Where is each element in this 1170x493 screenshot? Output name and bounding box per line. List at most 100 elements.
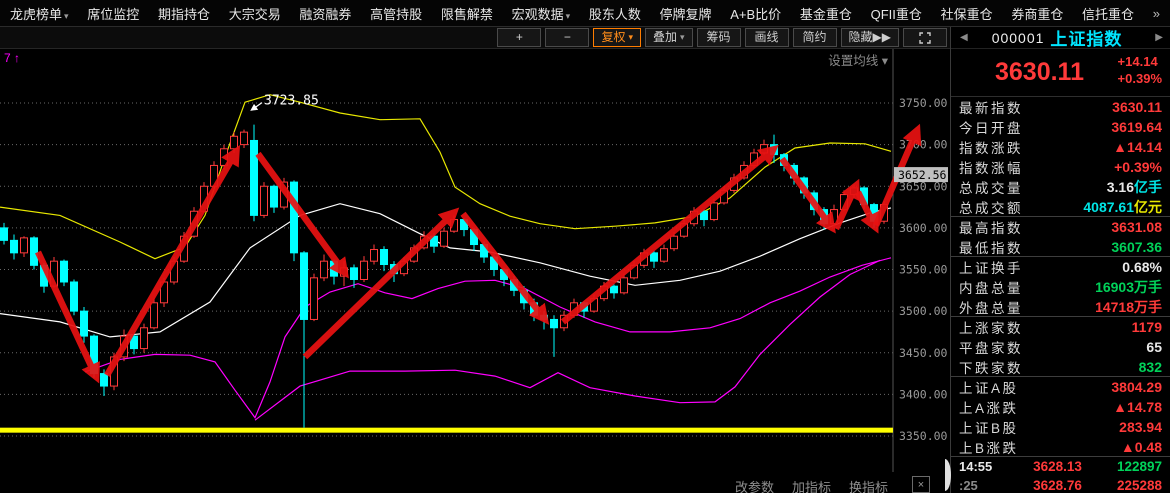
- quote-row-外盘总量: 外盘总量 14718万手: [951, 297, 1170, 317]
- menu-item-基金重仓[interactable]: 基金重仓: [800, 4, 852, 23]
- row-unit: 万手: [1134, 279, 1162, 295]
- tick-trade-rows: 14:553628.13122897:253628.76225288: [951, 457, 1170, 493]
- trend-arrow[interactable]: [107, 154, 235, 375]
- toolbar-button-叠加[interactable]: 叠加▾: [645, 28, 693, 47]
- quote-row-上证换手: 上证换手0.68%: [951, 257, 1170, 277]
- chart-toolbar-buttons: +−复权▾叠加▾筹码画线简约隐藏▶▶: [493, 28, 947, 47]
- menu-item-大宗交易[interactable]: 大宗交易: [229, 4, 281, 23]
- chevron-down-icon: ▾: [680, 30, 685, 45]
- menu-item-席位监控[interactable]: 席位监控: [87, 4, 139, 23]
- trend-arrow[interactable]: [782, 159, 830, 226]
- fullscreen-button[interactable]: [903, 28, 947, 47]
- toolbar-button-+[interactable]: +: [497, 28, 541, 47]
- row-label: 上证B股: [959, 417, 1019, 437]
- candle-body: [621, 278, 628, 293]
- quote-row-最新指数: 最新指数3630.11: [951, 97, 1170, 117]
- row-label: 指数涨跌: [959, 137, 1023, 157]
- menu-item-QFII重仓[interactable]: QFII重仓: [871, 4, 922, 23]
- y-axis-label: 3450.00: [899, 346, 948, 360]
- change-value: +14.14: [1118, 53, 1162, 70]
- row-value: 3804.29: [1111, 379, 1162, 395]
- row-label: 内盘总量: [959, 277, 1023, 297]
- tick-price: 3628.76: [1011, 478, 1104, 493]
- toolbar-button-画线[interactable]: 画线: [745, 28, 789, 47]
- tick-time: 14:55: [959, 459, 1011, 474]
- trend-arrow[interactable]: [463, 214, 543, 317]
- menu-item-社保重仓[interactable]: 社保重仓: [941, 4, 993, 23]
- kline-chart[interactable]: 3750.003700.003650.003600.003550.003500.…: [0, 49, 950, 472]
- switch-indicator-button[interactable]: 换指标: [849, 477, 888, 493]
- trend-arrow[interactable]: [836, 188, 855, 229]
- menu-item-高管持股[interactable]: 高管持股: [370, 4, 422, 23]
- toolbar-button-隐藏▶▶[interactable]: 隐藏▶▶: [841, 28, 899, 47]
- prev-stock-icon[interactable]: ◀: [960, 32, 968, 43]
- stock-app-window: 龙虎榜单▾ 席位监控期指持仓大宗交易融资融券高管持股限售解禁宏观数据▾ 股东人数停牌…: [0, 0, 1170, 493]
- trend-arrow[interactable]: [563, 151, 771, 322]
- top-menu-bar: 龙虎榜单▾ 席位监控期指持仓大宗交易融资融券高管持股限售解禁宏观数据▾ 股东人数停牌…: [0, 0, 1170, 27]
- toolbar-button-复权[interactable]: 复权▾: [593, 28, 641, 47]
- close-indicator-icon[interactable]: ×: [912, 476, 930, 493]
- candle-body: [261, 186, 268, 215]
- menu-item-宏观数据[interactable]: 宏观数据▾: [512, 4, 571, 23]
- candle-body: [311, 278, 318, 320]
- chevron-down-icon: ▾: [566, 11, 571, 21]
- candle-body: [711, 203, 718, 220]
- candle-body: [1, 228, 8, 240]
- candle-body: [291, 182, 298, 253]
- stock-code: 000001: [992, 30, 1045, 46]
- quote-row-最高指数: 最高指数 3631.08: [951, 217, 1170, 237]
- menu-item-信托重仓[interactable]: 信托重仓: [1082, 4, 1134, 23]
- quote-row-上涨家数: 上涨家数1179: [951, 317, 1170, 337]
- row-value: ▲14.14: [1113, 139, 1162, 155]
- row-label: 总成交量: [959, 177, 1023, 197]
- quote-row-上A涨跌: 上A涨跌▲14.78: [951, 397, 1170, 417]
- row-number: 3804.29: [1111, 379, 1162, 395]
- row-label: 平盘家数: [959, 337, 1023, 357]
- row-value: 65: [1146, 339, 1162, 355]
- menu-item-停牌复牌[interactable]: 停牌复牌: [660, 4, 712, 23]
- menu-item-A+B比价[interactable]: A+B比价: [730, 4, 781, 23]
- candle-body: [381, 250, 388, 265]
- quote-row-平盘家数: 平盘家数 65: [951, 337, 1170, 357]
- row-value: 832: [1139, 359, 1162, 375]
- row-value: 3630.11: [1112, 99, 1162, 115]
- quote-row-下跌家数: 下跌家数832: [951, 357, 1170, 377]
- row-value: 3631.08: [1111, 219, 1162, 235]
- tick-price: 3628.13: [1011, 459, 1104, 474]
- add-indicator-button[interactable]: 加指标: [792, 477, 831, 493]
- candle-body: [651, 253, 658, 261]
- menu-item-期指持仓[interactable]: 期指持仓: [158, 4, 210, 23]
- candle-body: [71, 282, 78, 311]
- candle-body: [151, 303, 158, 328]
- row-value: ▲0.48: [1121, 439, 1162, 455]
- chevron-down-icon: ▾: [64, 11, 69, 21]
- row-label: 外盘总量: [959, 297, 1023, 317]
- row-unit: 万手: [1134, 299, 1162, 315]
- toolbar-button-−[interactable]: −: [545, 28, 589, 47]
- row-label: 指数涨幅: [959, 157, 1023, 177]
- row-number: +0.39%: [1114, 159, 1162, 175]
- candle-body: [251, 140, 258, 215]
- ma-settings-button[interactable]: 设置均线 ▾: [828, 53, 888, 68]
- row-label: 最高指数: [959, 217, 1023, 237]
- stock-name[interactable]: 上证指数: [1050, 25, 1122, 50]
- menu-item-限售解禁[interactable]: 限售解禁: [441, 4, 493, 23]
- toolbar-button-简约[interactable]: 简约: [793, 28, 837, 47]
- toolbar-button-筹码[interactable]: 筹码: [697, 28, 741, 47]
- candle-body: [321, 261, 328, 278]
- menu-item-»[interactable]: »: [1153, 6, 1160, 21]
- kline-chart-svg[interactable]: 3750.003700.003650.003600.003550.003500.…: [0, 49, 950, 472]
- quote-row-指数涨幅: 指数涨幅 +0.39%: [951, 157, 1170, 177]
- menu-item-龙虎榜单[interactable]: 龙虎榜单▾: [10, 4, 69, 23]
- change-params-button[interactable]: 改参数: [735, 477, 774, 493]
- row-number: 14718: [1095, 299, 1134, 315]
- menu-item-券商重仓[interactable]: 券商重仓: [1011, 4, 1063, 23]
- trend-arrow[interactable]: [305, 215, 452, 357]
- next-stock-icon[interactable]: ▶: [1155, 32, 1163, 43]
- ma7-corner-label: 7 ↑: [4, 51, 20, 65]
- candle-body: [451, 220, 458, 232]
- support-trendline[interactable]: [0, 428, 893, 433]
- menu-item-股东人数[interactable]: 股东人数: [589, 4, 641, 23]
- menu-item-融资融券[interactable]: 融资融券: [299, 4, 351, 23]
- row-number: 1179: [1132, 319, 1162, 335]
